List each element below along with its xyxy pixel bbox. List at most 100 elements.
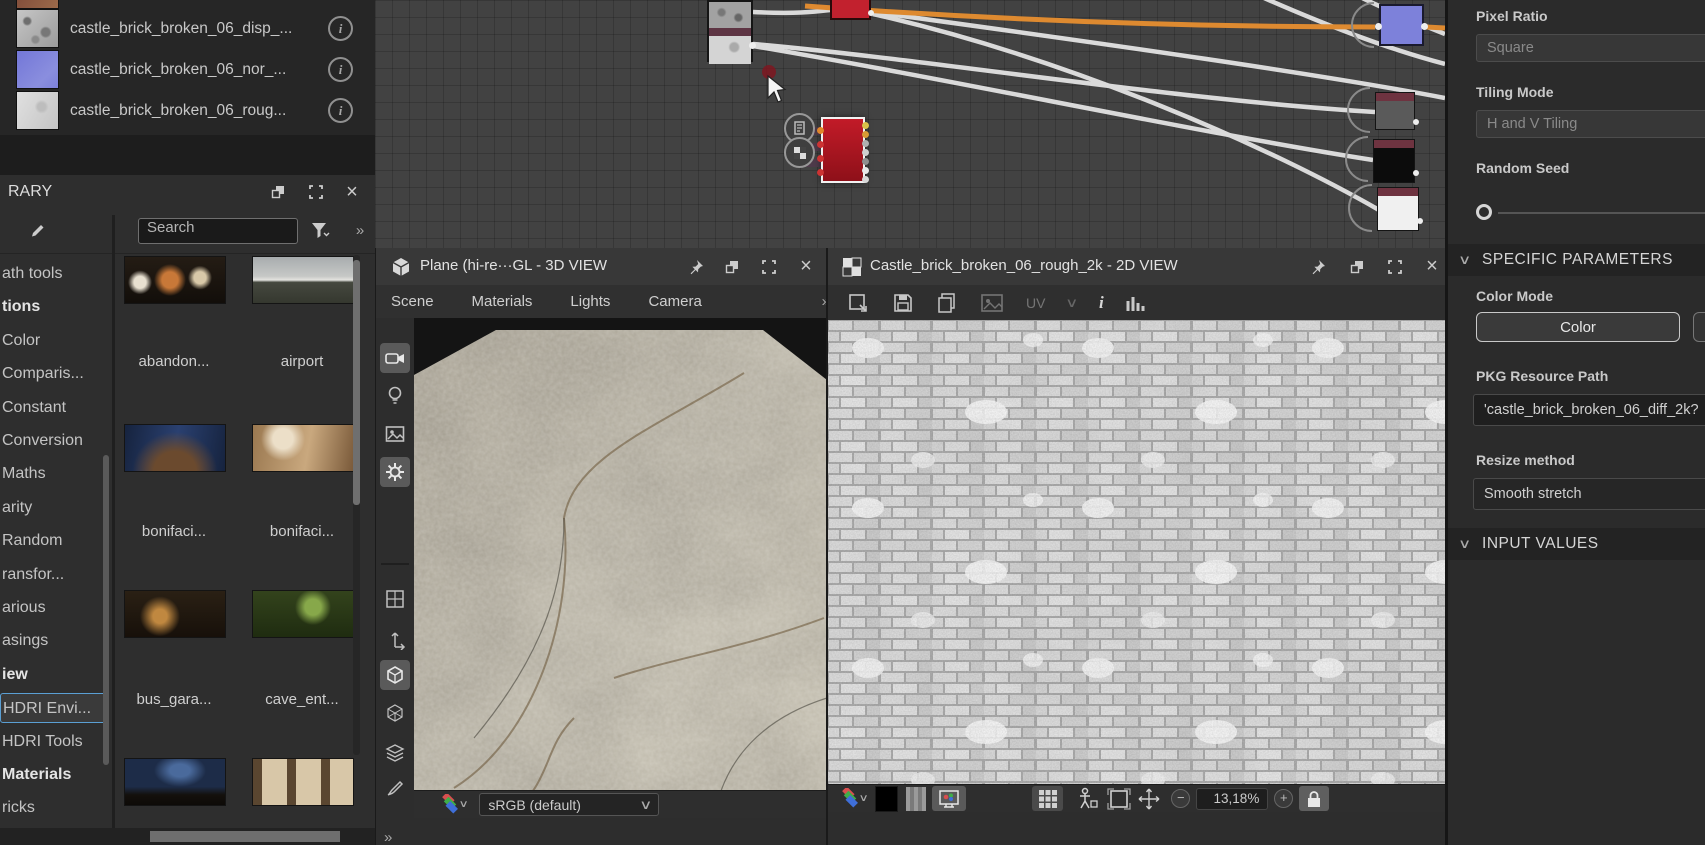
library-thumbnail[interactable]: [252, 256, 354, 304]
pin-icon[interactable]: [684, 255, 708, 279]
zoom-level-field[interactable]: 13,18%: [1196, 787, 1269, 810]
specific-parameters-header[interactable]: ∨ SPECIFIC PARAMETERS: [1448, 244, 1705, 276]
node-graph-canvas[interactable]: [375, 0, 1445, 248]
library-thumbnail[interactable]: [124, 256, 226, 304]
sidebar-category-comparis-[interactable]: Comparis...: [0, 359, 108, 389]
toolcol-more-chevrons[interactable]: »: [384, 829, 392, 845]
float-window-icon[interactable]: [266, 180, 290, 204]
graph-node-grayscale-stack[interactable]: [707, 0, 756, 64]
thumbnail-scrollbar[interactable]: [353, 255, 360, 755]
move-axes-icon[interactable]: [380, 624, 410, 654]
brush-tool-icon[interactable]: [380, 773, 410, 803]
copy-icon[interactable]: [936, 292, 958, 314]
filter-icon[interactable]: [308, 218, 332, 242]
library-thumbnail[interactable]: [124, 590, 226, 638]
float-window-icon[interactable]: [1345, 255, 1369, 279]
wireframe-cube-icon[interactable]: [380, 698, 410, 728]
library-thumbnail[interactable]: [124, 424, 226, 472]
histogram-icon[interactable]: [1126, 293, 1146, 313]
image-frame-icon[interactable]: [980, 292, 1004, 314]
graph-node-gray[interactable]: [1375, 92, 1419, 130]
color-mode-grayscale-button-partial[interactable]: [1693, 312, 1705, 342]
2d-viewport-texture[interactable]: ∨ − 13,18% +: [828, 320, 1447, 812]
layers-stack-icon[interactable]: [380, 738, 410, 768]
lock-zoom-icon[interactable]: [1299, 786, 1330, 811]
node-action-button-preview[interactable]: [784, 137, 815, 168]
pin-icon[interactable]: [1306, 255, 1330, 279]
image-tool-icon[interactable]: [380, 419, 410, 449]
search-input[interactable]: Search: [138, 218, 298, 244]
close-icon[interactable]: ×: [1420, 254, 1444, 278]
sidebar-category-ath-tools[interactable]: ath tools: [0, 259, 108, 289]
sidebar-category-arious[interactable]: arious: [0, 593, 108, 623]
scrollbar-thumb[interactable]: [353, 260, 360, 505]
maximize-icon[interactable]: [304, 180, 328, 204]
zoom-out-button[interactable]: −: [1171, 789, 1191, 808]
close-icon[interactable]: ×: [794, 254, 818, 278]
sidebar-category-iew[interactable]: iew: [0, 660, 108, 690]
3d-view-titlebar[interactable]: Plane (hi-re···GL - 3D VIEW ×: [376, 248, 827, 286]
file-row[interactable]: castle_brick_broken_06_nor_... i: [0, 49, 375, 90]
gear-settings-icon[interactable]: [380, 457, 410, 487]
menu-lights[interactable]: Lights: [570, 293, 610, 310]
maximize-icon[interactable]: [757, 255, 781, 279]
graph-node-selected-red[interactable]: [817, 117, 869, 183]
close-icon[interactable]: ×: [340, 180, 364, 204]
horizontal-scrollbar[interactable]: [0, 828, 375, 845]
export-image-icon[interactable]: [848, 292, 870, 314]
node-output-dot[interactable]: [868, 10, 874, 16]
category-scrollbar[interactable]: [103, 455, 109, 765]
node-output-dot[interactable]: [862, 158, 869, 165]
node-input-dot[interactable]: [817, 155, 824, 162]
menu-scene[interactable]: Scene: [391, 293, 434, 310]
chevron-down-icon[interactable]: ∨: [459, 799, 469, 810]
info-icon[interactable]: i: [328, 16, 353, 41]
background-color-swatch[interactable]: [875, 785, 899, 812]
input-values-header[interactable]: ∨ INPUT VALUES: [1448, 528, 1705, 560]
sidebar-category-materials[interactable]: Materials: [0, 760, 108, 790]
more-options-chevrons[interactable]: »: [348, 218, 372, 242]
edit-pencil-icon[interactable]: [26, 219, 50, 243]
node-output-dot[interactable]: [862, 131, 869, 138]
sidebar-category-hdri-envi-[interactable]: HDRI Envi...: [0, 693, 108, 724]
random-seed-slider-knob[interactable]: [1476, 204, 1492, 220]
sidebar-category-color[interactable]: Color: [0, 326, 108, 356]
graph-node-red-top[interactable]: [830, 0, 874, 20]
node-input-dot[interactable]: [817, 169, 824, 176]
fit-frame-icon[interactable]: [1107, 787, 1131, 810]
pan-arrows-icon[interactable]: [1137, 787, 1161, 811]
2d-view-titlebar[interactable]: Castle_brick_broken_06_rough_2k - 2D VIE…: [828, 248, 1447, 286]
sidebar-category-ricks[interactable]: ricks: [0, 793, 108, 823]
camera-tool-icon[interactable]: [380, 343, 410, 373]
node-output-dot[interactable]: [862, 122, 869, 129]
save-icon[interactable]: [892, 292, 914, 314]
library-thumbnail[interactable]: [252, 424, 354, 472]
node-output-dot[interactable]: [1417, 218, 1423, 224]
3d-viewport[interactable]: ∨ sRGB (default) ∨: [414, 318, 827, 818]
sidebar-category-ransfor-[interactable]: ransfor...: [0, 560, 108, 590]
display-settings-icon[interactable]: [932, 786, 967, 811]
solid-cube-icon[interactable]: [380, 660, 410, 690]
graph-node-white[interactable]: [1377, 187, 1423, 231]
node-input-dot[interactable]: [1375, 23, 1382, 30]
pkg-resource-path-input[interactable]: 'castle_brick_broken_06_diff_2k?: [1473, 394, 1705, 426]
maximize-icon[interactable]: [1383, 255, 1407, 279]
float-window-icon[interactable]: [720, 255, 744, 279]
library-thumbnail[interactable]: [124, 758, 226, 806]
node-input-dot[interactable]: [817, 127, 824, 134]
file-row[interactable]: castle_brick_broken_06_disp_... i: [0, 8, 375, 49]
scrollbar-thumb[interactable]: [150, 831, 340, 842]
uv-mode-label[interactable]: UV: [1026, 295, 1045, 311]
sidebar-category-tions[interactable]: tions: [0, 292, 108, 322]
node-output-dot[interactable]: [1421, 23, 1428, 30]
menu-materials[interactable]: Materials: [472, 293, 533, 310]
graph-node-normal-blue[interactable]: [1375, 4, 1428, 46]
file-row[interactable]: castle_brick_broken_06_roug... i: [0, 90, 375, 131]
sidebar-category-asings[interactable]: asings: [0, 626, 108, 656]
sidebar-category-constant[interactable]: Constant: [0, 393, 108, 423]
graph-node-black[interactable]: [1373, 139, 1419, 183]
menu-camera[interactable]: Camera: [648, 293, 701, 310]
resize-method-dropdown[interactable]: Smooth stretch: [1473, 478, 1705, 510]
node-output-dot[interactable]: [862, 149, 869, 156]
chevron-down-icon[interactable]: ∨: [1066, 295, 1079, 311]
